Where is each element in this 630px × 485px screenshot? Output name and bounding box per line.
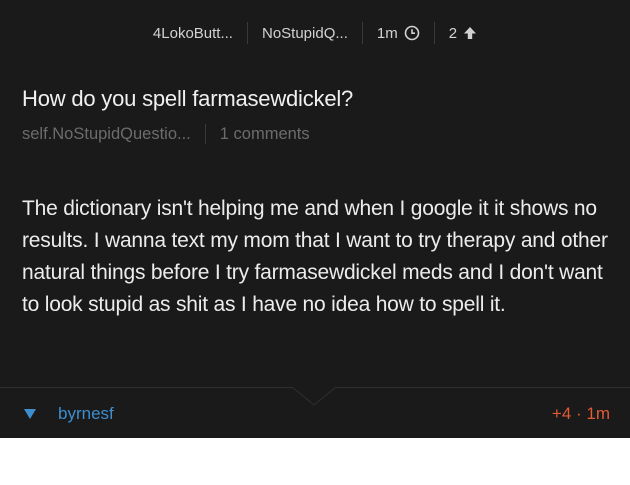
clock-icon: [404, 25, 420, 41]
subreddit-name: NoStupidQ...: [261, 24, 348, 42]
post-body: The dictionary isn't helping me and when…: [22, 197, 608, 316]
post-title[interactable]: How do you spell farmasewdickel?: [22, 86, 353, 112]
post-domain[interactable]: self.NoStupidQuestio...: [22, 125, 191, 144]
comment-row[interactable]: byrnesf +4 · 1m: [0, 400, 630, 428]
upvote-control[interactable]: 2: [435, 25, 491, 42]
post-author: 4LokoButt...: [152, 24, 233, 42]
post-age: 1m: [376, 24, 398, 42]
subreddit-link[interactable]: NoStupidQ...: [248, 25, 362, 42]
collapse-triangle-icon[interactable]: [24, 409, 36, 419]
comments-count[interactable]: 1 comments: [220, 125, 310, 144]
post-author-link[interactable]: 4LokoButt...: [139, 25, 247, 42]
arrow-up-icon[interactable]: [463, 26, 477, 40]
post-time: 1m: [363, 25, 434, 42]
comment-author: byrnesf: [58, 404, 114, 423]
comment-score: +4 · 1m: [551, 404, 610, 423]
subinfo-divider: [204, 124, 206, 144]
comment-author-link[interactable]: byrnesf: [24, 404, 114, 424]
post-view: 4LokoButt... NoStupidQ... 1m 2 How do yo…: [0, 0, 630, 438]
post-meta-bar: 4LokoButt... NoStupidQ... 1m 2: [0, 20, 630, 46]
post-subinfo: self.NoStupidQuestio... 1 comments: [22, 124, 310, 144]
vote-count: 2: [448, 24, 458, 42]
